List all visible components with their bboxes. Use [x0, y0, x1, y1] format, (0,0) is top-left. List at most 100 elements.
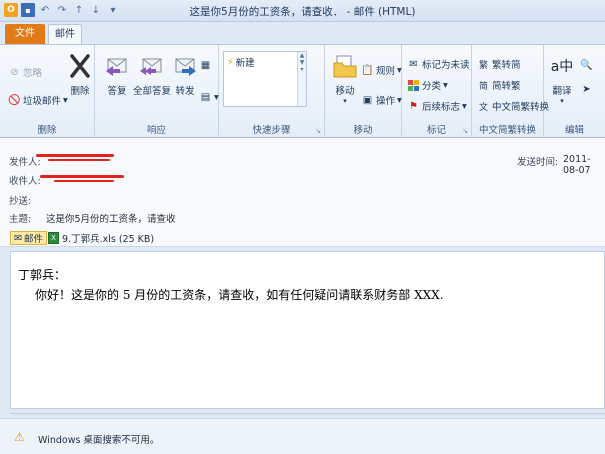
follow-up-label: 后续标志 [422, 102, 461, 113]
respond-group-label: 响应 [146, 125, 166, 136]
edit-group: a中 翻译 ▾ 🔍 ➤ 编辑 [544, 45, 605, 138]
quick-step-new[interactable]: ⚡ 新建 [227, 55, 255, 70]
to-simplified-icon: 简 [478, 81, 488, 92]
follow-up-dropdown-icon: ▾ [462, 100, 467, 112]
status-bar: ⚠ Windows 桌面搜索不可用。 [0, 418, 605, 454]
attachment-bar: ✉ 邮件 X 9.丁郭兵.xls (25 KB) [0, 229, 605, 247]
warning-icon: ⚠ [14, 430, 25, 444]
mark-unread-label: 标记为未读 [422, 60, 470, 71]
attachment-item[interactable]: X 9.丁郭兵.xls (25 KB) [48, 231, 154, 245]
quick-steps-group: ⚡ 新建 ▲ ▼ ▾ 快速步骤 ↘ [219, 45, 325, 138]
cc-label: 抄送: [9, 196, 32, 207]
rules-label: 规则 [376, 66, 396, 77]
flag-icon: ⚑ [409, 100, 418, 112]
translate-icon: a中 [550, 59, 574, 75]
ribbon: ⊘ 忽略 🚫 垃圾邮件 ▾ 删除 删除 答复 全部答复 转发 ▦ ▤ ▾ 响应 … [0, 44, 605, 138]
quick-steps-scrollbar[interactable]: ▲ ▼ ▾ [297, 52, 306, 106]
to-simplified-button[interactable]: 简 简转繁 [477, 78, 521, 92]
more-respond-button[interactable]: ▤ ▾ [199, 91, 219, 104]
chinese-group-label: 中文简繁转换 [478, 125, 536, 136]
junk-icon: 🚫 [8, 94, 21, 106]
lightning-icon: ⚡ [227, 56, 234, 68]
follow-up-button[interactable]: ⚑ 后续标志 ▾ [407, 99, 467, 114]
chinese-convert-button[interactable]: 文 中文简繁转换 [477, 99, 549, 113]
tags-group: ✉ 标记为未读 分类 ▾ ⚑ 后续标志 ▾ 标记 ↘ [402, 45, 472, 138]
to-traditional-label: 繁转简 [492, 60, 521, 71]
translate-label: 翻译 [552, 86, 572, 97]
chinese-convert-label: 中文简繁转换 [492, 102, 550, 113]
translate-button[interactable]: a中 翻译 ▾ [548, 51, 576, 105]
divider [10, 413, 605, 414]
to-traditional-button[interactable]: 繁 繁转简 [477, 57, 521, 71]
tags-group-label: 标记 [426, 125, 446, 136]
envelope-icon: ✉ [409, 58, 418, 70]
message-greeting: 丁郭兵： [18, 268, 67, 282]
actions-icon: ▣ [362, 94, 373, 106]
tab-mail[interactable]: 邮件 [48, 24, 82, 45]
from-redaction-2 [48, 159, 110, 161]
select-button[interactable]: ➤ [580, 83, 593, 96]
to-redaction-2 [54, 180, 114, 182]
find-icon: 🔍 [580, 60, 593, 71]
meeting-icon: ▦ [200, 60, 211, 71]
move-group-label: 移动 [353, 125, 373, 136]
move-button[interactable]: 移动 ▾ [331, 51, 359, 105]
attachment-filename: 9.丁郭兵.xls (25 KB) [62, 234, 155, 245]
to-simplified-label: 简转繁 [492, 81, 521, 92]
edit-group-label: 编辑 [564, 125, 584, 136]
move-folder-icon [331, 51, 359, 81]
tags-launcher-icon[interactable]: ↘ [462, 127, 468, 135]
status-text: Windows 桌面搜索不可用。 [38, 435, 160, 446]
ribbon-tabs: 文件 邮件 [0, 22, 605, 45]
reply-button[interactable]: 答复 [103, 51, 131, 97]
translate-dropdown-icon: ▾ [560, 97, 564, 105]
meeting-button[interactable]: ▦ [199, 59, 212, 72]
subject-value: 这是你5月份的工资条，请查收 [46, 214, 176, 225]
forward-label: 转发 [175, 86, 195, 97]
delete-button[interactable]: 删除 [66, 51, 94, 97]
reply-icon [103, 51, 131, 81]
find-button[interactable]: 🔍 [580, 59, 593, 72]
subject-label: 主题: [9, 214, 32, 225]
forward-button[interactable]: 转发 [171, 51, 199, 97]
message-body[interactable]: 丁郭兵： 你好！这是你的 5 月份的工资条，请查收，如有任何疑问请联系财务部 X… [10, 251, 605, 409]
quick-steps-group-label: 快速步骤 [252, 125, 291, 136]
quick-step-new-label: 新建 [235, 58, 255, 69]
more-respond-icon: ▤ [200, 92, 211, 103]
ignore-button[interactable]: ⊘ 忽略 [8, 65, 43, 80]
from-redaction [36, 154, 114, 157]
delete-group: ⊘ 忽略 🚫 垃圾邮件 ▾ 删除 删除 [0, 45, 95, 138]
reply-label: 答复 [107, 86, 127, 97]
rules-icon: 📋 [361, 64, 374, 76]
chinese-convert-icon: 文 [478, 102, 488, 113]
to-label: 收件人: [9, 176, 41, 187]
message-tab[interactable]: ✉ 邮件 [10, 231, 47, 245]
message-text: 你好！这是你的 5 月份的工资条，请查收，如有任何疑问请联系财务部 XXX. [35, 288, 444, 302]
sent-value: 2011-08-07 [563, 154, 591, 176]
actions-label: 操作 [376, 96, 396, 107]
move-label: 移动 [335, 86, 355, 97]
chinese-conversion-group: 繁 繁转简 简 简转繁 文 中文简繁转换 中文简繁转换 [472, 45, 549, 138]
message-header: 发件人: 收件人: 抄送: 主题: 这是你5月份的工资条，请查收 发送时间: 2… [0, 138, 605, 230]
junk-button[interactable]: 🚫 垃圾邮件 ▾ [8, 93, 68, 108]
window-title: 这是你5月份的工资条，请查收． - 邮件 (HTML) [189, 6, 416, 18]
quick-steps-gallery[interactable]: ⚡ 新建 ▲ ▼ ▾ [223, 51, 307, 107]
tab-file[interactable]: 文件 [5, 24, 45, 44]
ignore-icon: ⊘ [10, 66, 19, 78]
delete-x-icon [66, 51, 94, 81]
excel-file-icon: X [48, 232, 59, 244]
actions-button[interactable]: ▣ 操作 ▾ [361, 93, 402, 108]
message-tab-envelope-icon: ✉ [14, 232, 22, 244]
ignore-label: 忽略 [23, 68, 43, 79]
move-group: 移动 ▾ 📋 规则 ▾ ▣ 操作 ▾ 移动 [325, 45, 402, 138]
move-dropdown-icon: ▾ [343, 97, 347, 105]
reply-all-label: 全部答复 [133, 86, 172, 97]
categorize-button[interactable]: 分类 ▾ [407, 78, 448, 92]
title-bar: O ▪ ↶ ↷ ↑ ↓ ▾ 这是你5月份的工资条，请查收． - 邮件 (HTML… [0, 0, 605, 22]
quick-steps-launcher-icon[interactable]: ↘ [315, 127, 321, 135]
mark-unread-button[interactable]: ✉ 标记为未读 [407, 57, 470, 72]
rules-button[interactable]: 📋 规则 ▾ [361, 63, 402, 78]
reply-all-button[interactable]: 全部答复 [133, 51, 171, 97]
categorize-icon [407, 79, 420, 92]
categorize-dropdown-icon: ▾ [443, 79, 448, 91]
